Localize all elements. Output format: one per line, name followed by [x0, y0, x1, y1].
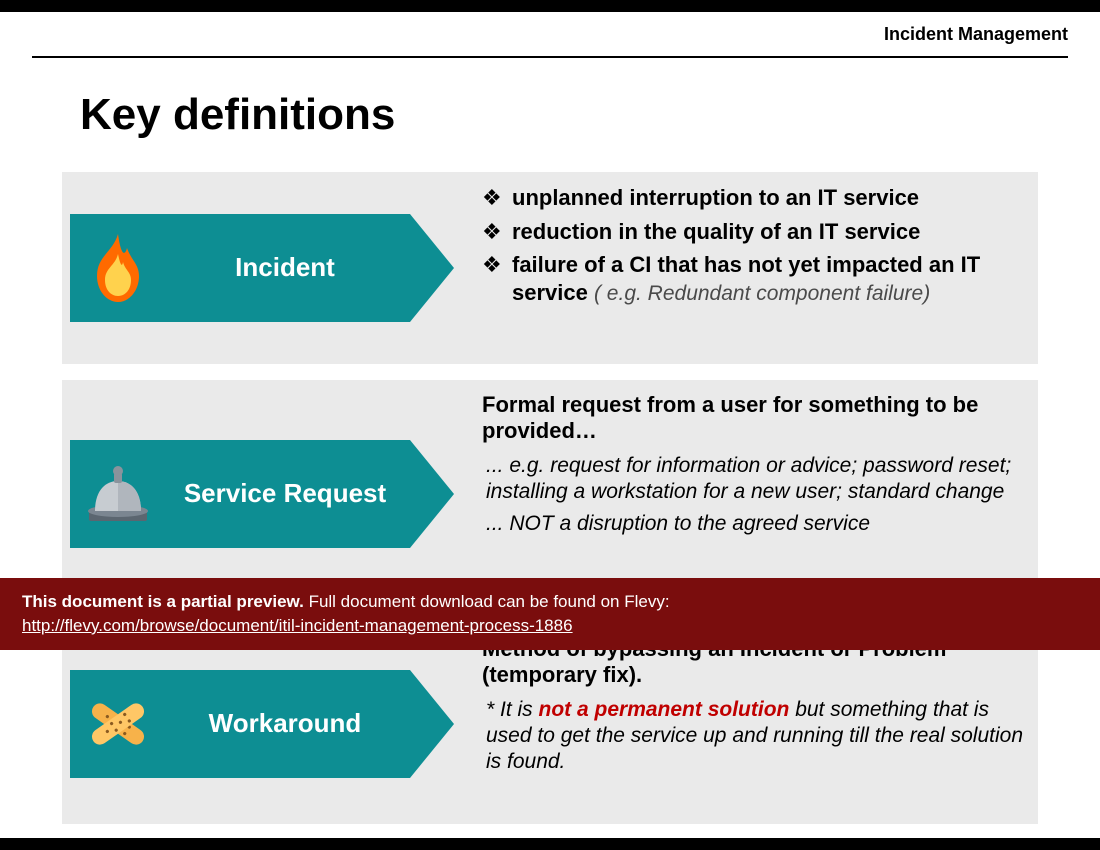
header-divider [32, 56, 1068, 58]
page-title: Key definitions [80, 90, 395, 140]
service-request-lead: Formal request from a user for something… [482, 392, 1028, 445]
arrow-label-workaround: Workaround [166, 709, 410, 739]
incident-bullet-3: failure of a CI that has not yet impacte… [482, 251, 1028, 307]
incident-bullet-1: unplanned interruption to an IT service [482, 184, 1028, 212]
slide-page: Incident Management Key definitions Inci… [0, 0, 1100, 850]
service-request-sub-1: ... e.g. request for information or advi… [482, 453, 1028, 506]
header-topic: Incident Management [884, 24, 1068, 45]
definition-card-service-request: Service Request Formal request from a us… [62, 380, 1038, 608]
workaround-note: * It is not a permanent solution but som… [482, 697, 1028, 776]
incident-bullet-3-example: ( e.g. Redundant component failure) [594, 282, 930, 305]
arrow-service-request: Service Request [70, 440, 462, 548]
banner-bold: This document is a partial preview. [22, 592, 304, 611]
workaround-content: Method of bypassing an Incident or Probl… [482, 636, 1028, 812]
definition-card-workaround: Workaround Method of bypassing an Incide… [62, 624, 1038, 824]
arrow-label-service-request: Service Request [166, 479, 410, 509]
service-request-content: Formal request from a user for something… [482, 392, 1028, 596]
definition-card-incident: Incident unplanned interruption to an IT… [62, 172, 1038, 364]
banner-rest: Full document download can be found on F… [304, 592, 670, 611]
arrow-incident: Incident [70, 214, 462, 322]
arrow-workaround: Workaround [70, 670, 462, 778]
arrow-label-incident: Incident [166, 253, 410, 283]
flame-icon [70, 234, 166, 302]
bandage-icon [70, 694, 166, 754]
banner-link[interactable]: http://flevy.com/browse/document/itil-in… [22, 616, 573, 635]
preview-banner: This document is a partial preview. Full… [0, 578, 1100, 650]
incident-content: unplanned interruption to an IT service … [482, 184, 1028, 352]
service-request-sub-2: ... NOT a disruption to the agreed servi… [482, 511, 1028, 537]
workaround-note-emphasis: not a permanent solution [539, 698, 790, 721]
bell-icon [70, 465, 166, 523]
incident-bullet-2: reduction in the quality of an IT servic… [482, 218, 1028, 246]
